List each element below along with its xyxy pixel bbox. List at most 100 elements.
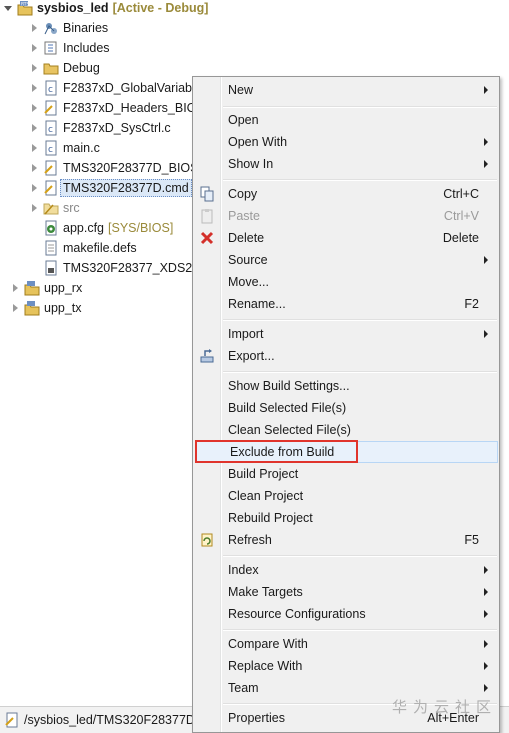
expand-toggle-icon[interactable]: [9, 302, 21, 314]
ccs-project-icon: [24, 280, 40, 296]
expand-toggle-icon[interactable]: [28, 142, 40, 154]
menu-item-clean-selected-files[interactable]: Clean Selected File(s): [195, 419, 497, 441]
submenu-arrow-icon: [484, 330, 488, 338]
tree-item-project-upp-rx[interactable]: upp_rx: [9, 278, 82, 298]
menu-item-new[interactable]: New: [195, 79, 497, 101]
expand-toggle-icon[interactable]: [28, 202, 40, 214]
menu-item-shortcut: Ctrl+V: [443, 209, 479, 223]
tree-item-makefile-defs[interactable]: makefile.defs: [43, 238, 137, 258]
tree-item-label: TMS320F28377_XDS20: [63, 261, 200, 275]
menu-item-exclude-from-build[interactable]: Exclude from Build: [196, 441, 498, 463]
status-path: /sysbios_led/TMS320F28377D: [24, 713, 195, 727]
menu-item-label: Move...: [228, 275, 269, 289]
collapse-toggle-icon[interactable]: [2, 2, 14, 14]
menu-item-import[interactable]: Import: [195, 323, 497, 345]
tree-item-f2837xd-sysctrl-c[interactable]: c F2837xD_SysCtrl.c: [28, 118, 171, 138]
binaries-icon: [43, 20, 59, 36]
tree-item-binaries[interactable]: Binaries: [28, 18, 108, 38]
menu-item-label: Properties: [228, 711, 285, 725]
project-icon: RTSC: [17, 0, 33, 16]
tree-item-app-cfg[interactable]: app.cfg [SYS/BIOS]: [43, 218, 173, 238]
menu-item-label: Rename...: [228, 297, 286, 311]
expand-toggle-icon[interactable]: [28, 42, 40, 54]
expand-toggle-icon[interactable]: [28, 62, 40, 74]
tree-item-tms320f28377d-cmd[interactable]: TMS320F28377D.cmd: [28, 178, 192, 198]
menu-item-resource-configurations[interactable]: Resource Configurations: [195, 603, 497, 625]
tree-item-debug[interactable]: Debug: [28, 58, 100, 78]
expand-toggle-icon[interactable]: [28, 82, 40, 94]
tree-item-label: TMS320F28377D.cmd: [60, 179, 192, 197]
refresh-icon: [199, 532, 215, 548]
menu-item-make-targets[interactable]: Make Targets: [195, 581, 497, 603]
tree-item-label: Includes: [63, 41, 110, 55]
menu-item-show-build-settings[interactable]: Show Build Settings...: [195, 375, 497, 397]
tree-item-tms320f28377-xds20[interactable]: TMS320F28377_XDS20: [43, 258, 199, 278]
submenu-arrow-icon: [484, 662, 488, 670]
menu-item-compare-with[interactable]: Compare With: [195, 633, 497, 655]
menu-item-rename[interactable]: Rename... F2: [195, 293, 497, 315]
tree-item-label: upp_tx: [44, 301, 82, 315]
menu-item-copy[interactable]: Copy Ctrl+C: [195, 183, 497, 205]
menu-item-rebuild-project[interactable]: Rebuild Project: [195, 507, 497, 529]
menu-item-move[interactable]: Move...: [195, 271, 497, 293]
menu-item-label: Compare With: [228, 637, 308, 651]
submenu-arrow-icon: [484, 256, 488, 264]
submenu-arrow-icon: [484, 160, 488, 168]
svg-text:c: c: [48, 85, 53, 95]
tree-item-label: F2837xD_GlobalVariab: [63, 81, 193, 95]
menu-separator: [223, 106, 497, 108]
menu-item-paste[interactable]: Paste Ctrl+V: [195, 205, 497, 227]
menu-item-source[interactable]: Source: [195, 249, 497, 271]
menu-item-label: Open: [228, 113, 259, 127]
tree-item-label: upp_rx: [44, 281, 83, 295]
menu-item-label: Replace With: [228, 659, 303, 673]
menu-item-label: Refresh: [228, 533, 272, 547]
menu-item-clean-project[interactable]: Clean Project: [195, 485, 497, 507]
menu-item-label: Clean Project: [228, 489, 304, 503]
menu-item-label: New: [228, 83, 254, 97]
menu-item-label: Rebuild Project: [228, 511, 313, 525]
menu-item-label: Team: [228, 681, 259, 695]
cmd-file-icon: [43, 180, 59, 196]
expand-toggle-icon[interactable]: [28, 22, 40, 34]
c-file-icon: c: [43, 140, 59, 156]
tree-item-tms320f28377d-bios[interactable]: TMS320F28377D_BIOS: [28, 158, 199, 178]
menu-item-show-in[interactable]: Show In: [195, 153, 497, 175]
tree-item-src[interactable]: src: [28, 198, 80, 218]
excluded-folder-icon: [43, 200, 59, 216]
svg-text:c: c: [48, 125, 53, 135]
menu-item-open[interactable]: Open: [195, 109, 497, 131]
menu-item-delete[interactable]: Delete Delete: [195, 227, 497, 249]
menu-item-label: Build Selected File(s): [228, 401, 347, 415]
menu-item-export[interactable]: Export...: [195, 345, 497, 367]
expand-toggle-icon[interactable]: [9, 282, 21, 294]
menu-item-label: Source: [228, 253, 268, 267]
menu-item-build-project[interactable]: Build Project: [195, 463, 497, 485]
tree-item-f2837xd-globalvariab[interactable]: c F2837xD_GlobalVariab: [28, 78, 192, 98]
submenu-arrow-icon: [484, 86, 488, 94]
menu-item-label: Open With: [228, 135, 288, 149]
menu-item-label: Index: [228, 563, 259, 577]
tree-item-label: F2837xD_Headers_BIC: [63, 101, 196, 115]
submenu-arrow-icon: [484, 684, 488, 692]
menu-item-build-selected-files[interactable]: Build Selected File(s): [195, 397, 497, 419]
expand-toggle-icon[interactable]: [28, 122, 40, 134]
menu-item-shortcut: Delete: [442, 231, 479, 245]
project-status: [Active - Debug]: [112, 1, 209, 15]
tree-item-f2837xd-headers-bic[interactable]: F2837xD_Headers_BIC: [28, 98, 196, 118]
menu-item-label: Import: [228, 327, 264, 341]
tree-item-project-sysbios-led[interactable]: RTSC sysbios_led [Active - Debug]: [2, 0, 208, 18]
menu-item-refresh[interactable]: Refresh F5: [195, 529, 497, 551]
expand-toggle-icon[interactable]: [28, 162, 40, 174]
menu-item-replace-with[interactable]: Replace With: [195, 655, 497, 677]
tree-item-includes[interactable]: Includes: [28, 38, 110, 58]
menu-item-index[interactable]: Index: [195, 559, 497, 581]
tree-item-main-c[interactable]: c main.c: [28, 138, 100, 158]
tree-item-project-upp-tx[interactable]: upp_tx: [9, 298, 82, 318]
c-file-icon: c: [43, 80, 59, 96]
menu-item-open-with[interactable]: Open With: [195, 131, 497, 153]
expand-toggle-icon[interactable]: [28, 182, 40, 194]
folder-icon: [43, 60, 59, 76]
expand-toggle-icon[interactable]: [28, 102, 40, 114]
includes-icon: [43, 40, 59, 56]
